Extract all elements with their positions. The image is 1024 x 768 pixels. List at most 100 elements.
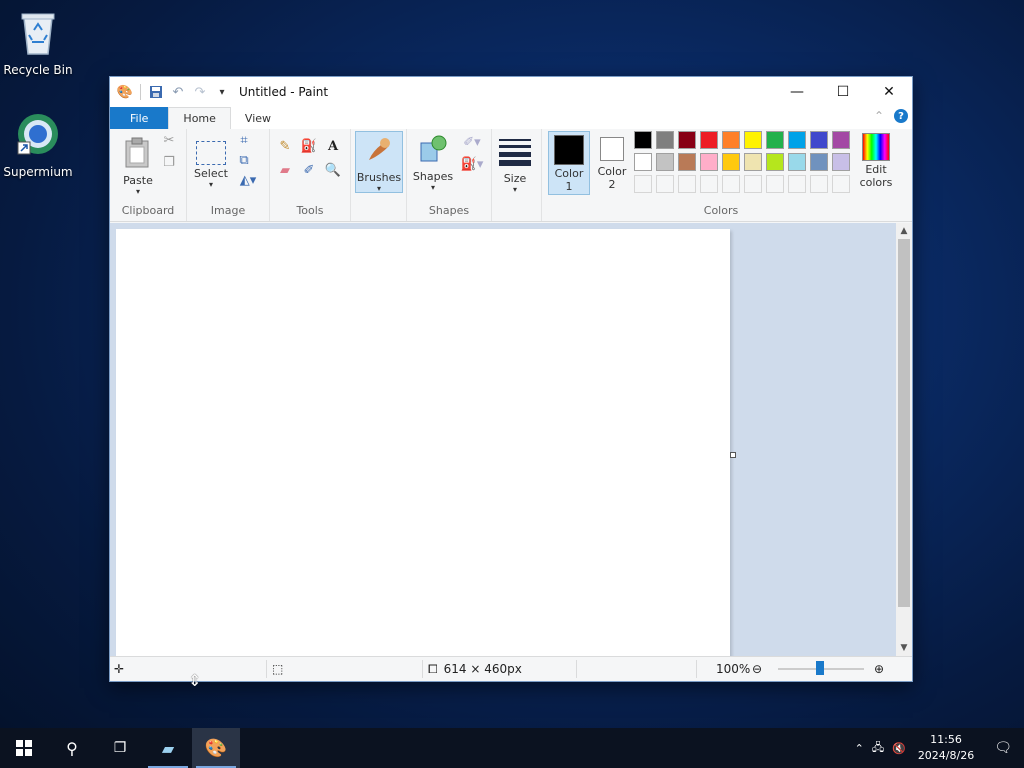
- eraser-icon[interactable]: ▰: [276, 161, 294, 179]
- custom-color-slot[interactable]: [766, 175, 784, 193]
- help-icon[interactable]: ?: [894, 109, 908, 123]
- palette-color-swatch[interactable]: [700, 131, 718, 149]
- image-size-icon: ⧠: [428, 661, 438, 676]
- palette-color-swatch[interactable]: [832, 131, 850, 149]
- size-button[interactable]: Size ▾: [497, 135, 533, 194]
- custom-color-slot[interactable]: [700, 175, 718, 193]
- palette-color-swatch[interactable]: [722, 153, 740, 171]
- clock[interactable]: 11:56 2024/8/26: [910, 732, 982, 764]
- customize-qat-icon[interactable]: ▾: [213, 83, 231, 101]
- zoom-out-button[interactable]: ⊖: [752, 657, 762, 681]
- tab-home[interactable]: Home: [168, 107, 231, 129]
- taskbar-app-notepad[interactable]: ▰: [144, 728, 192, 768]
- custom-color-slot[interactable]: [678, 175, 696, 193]
- save-icon[interactable]: [147, 83, 165, 101]
- zoom-slider[interactable]: [778, 657, 864, 681]
- ribbon-tabs: File Home View ⌃ ?: [110, 107, 912, 129]
- resize-icon[interactable]: ⧉: [235, 151, 253, 169]
- paste-button[interactable]: Paste ▾: [116, 137, 160, 196]
- palette-color-swatch[interactable]: [810, 153, 828, 171]
- desktop-icon-recycle-bin[interactable]: Recycle Bin: [0, 8, 76, 77]
- palette-color-swatch[interactable]: [744, 131, 762, 149]
- show-hidden-icons-icon[interactable]: ⌃: [851, 742, 868, 755]
- pencil-icon[interactable]: ✎: [276, 137, 294, 155]
- close-button[interactable]: ✕: [866, 77, 912, 107]
- custom-color-slot[interactable]: [634, 175, 652, 193]
- chevron-down-icon: ▾: [376, 184, 381, 193]
- tab-file[interactable]: File: [110, 107, 169, 129]
- undo-icon[interactable]: ↶: [169, 83, 187, 101]
- palette-color-swatch[interactable]: [678, 131, 696, 149]
- custom-color-slot[interactable]: [656, 175, 674, 193]
- task-view-button[interactable]: ❐: [96, 728, 144, 768]
- desktop-icon-supermium[interactable]: Supermium: [0, 110, 76, 179]
- edit-colors-button[interactable]: Edit colors: [856, 133, 896, 189]
- fill-bucket-icon[interactable]: ⛽: [300, 137, 318, 155]
- group-title: Tools: [296, 204, 324, 217]
- paint-app-icon[interactable]: 🎨: [116, 83, 134, 101]
- fill-icon[interactable]: ⛽▾: [459, 155, 485, 173]
- quick-access-toolbar: 🎨 ↶ ↷ ▾: [110, 83, 231, 101]
- scroll-up-icon[interactable]: ▲: [896, 223, 912, 239]
- shapes-button[interactable]: Shapes ▾: [411, 133, 455, 192]
- palette-color-swatch[interactable]: [788, 153, 806, 171]
- custom-color-slot[interactable]: [744, 175, 762, 193]
- notepad-icon: ▰: [161, 738, 175, 758]
- palette-color-swatch[interactable]: [634, 153, 652, 171]
- notifications-icon[interactable]: 🗨: [982, 740, 1024, 756]
- chevron-down-icon: ▾: [430, 183, 435, 192]
- custom-color-slot[interactable]: [722, 175, 740, 193]
- minimize-button[interactable]: —: [774, 77, 820, 107]
- brushes-button[interactable]: Brushes ▾: [355, 131, 403, 193]
- palette-color-swatch[interactable]: [656, 153, 674, 171]
- magnifier-icon[interactable]: 🔍: [324, 161, 342, 179]
- taskbar-app-paint[interactable]: 🎨: [192, 728, 240, 768]
- cut-icon[interactable]: ✂: [160, 131, 178, 149]
- redo-icon[interactable]: ↷: [191, 83, 209, 101]
- palette-color-swatch[interactable]: [766, 153, 784, 171]
- rotate-icon[interactable]: ◭▾: [235, 171, 261, 189]
- palette-color-swatch[interactable]: [788, 131, 806, 149]
- drawing-canvas[interactable]: [116, 229, 730, 656]
- outline-icon[interactable]: ✐▾: [459, 133, 485, 151]
- color-palette: [632, 129, 862, 199]
- palette-color-swatch[interactable]: [744, 153, 762, 171]
- custom-color-slot[interactable]: [810, 175, 828, 193]
- palette-color-swatch[interactable]: [700, 153, 718, 171]
- system-tray: ⌃ 🖧 🔇 11:56 2024/8/26 🗨: [851, 728, 1024, 768]
- text-tool-icon[interactable]: A: [324, 137, 342, 155]
- canvas-resize-handle-right[interactable]: [730, 452, 736, 458]
- vertical-scrollbar[interactable]: ▲ ▼: [896, 223, 912, 656]
- color2-button[interactable]: Color 2: [592, 131, 632, 191]
- palette-color-swatch[interactable]: [634, 131, 652, 149]
- search-button[interactable]: ⚲: [48, 728, 96, 768]
- volume-muted-icon[interactable]: 🔇: [888, 742, 910, 755]
- edit-colors-label: Edit: [865, 163, 887, 176]
- palette-color-swatch[interactable]: [810, 131, 828, 149]
- color1-button[interactable]: Color 1: [548, 131, 590, 195]
- start-button[interactable]: [0, 728, 48, 768]
- scroll-down-icon[interactable]: ▼: [896, 640, 912, 656]
- maximize-button[interactable]: ☐: [820, 77, 866, 107]
- crop-icon[interactable]: ⌗: [235, 131, 253, 149]
- palette-color-swatch[interactable]: [766, 131, 784, 149]
- copy-icon[interactable]: ❐: [160, 153, 178, 171]
- title-bar[interactable]: 🎨 ↶ ↷ ▾ Untitled - Paint — ☐ ✕: [110, 77, 912, 107]
- recycle-bin-icon: [21, 13, 55, 55]
- palette-color-swatch[interactable]: [832, 153, 850, 171]
- paste-icon: [125, 137, 149, 168]
- tab-view[interactable]: View: [231, 107, 285, 129]
- select-button[interactable]: Select ▾: [193, 137, 229, 189]
- custom-color-slot[interactable]: [788, 175, 806, 193]
- minimize-ribbon-icon[interactable]: ⌃: [874, 109, 884, 123]
- palette-color-swatch[interactable]: [656, 131, 674, 149]
- zoom-in-button[interactable]: ⊕: [874, 657, 884, 681]
- custom-color-slot[interactable]: [832, 175, 850, 193]
- scrollbar-thumb[interactable]: [898, 239, 910, 607]
- supermium-browser-icon: [17, 114, 58, 155]
- palette-color-swatch[interactable]: [678, 153, 696, 171]
- palette-color-swatch[interactable]: [722, 131, 740, 149]
- zoom-slider-thumb[interactable]: [816, 661, 824, 675]
- network-icon[interactable]: 🖧: [868, 739, 888, 758]
- color-picker-icon[interactable]: ✐: [300, 161, 318, 179]
